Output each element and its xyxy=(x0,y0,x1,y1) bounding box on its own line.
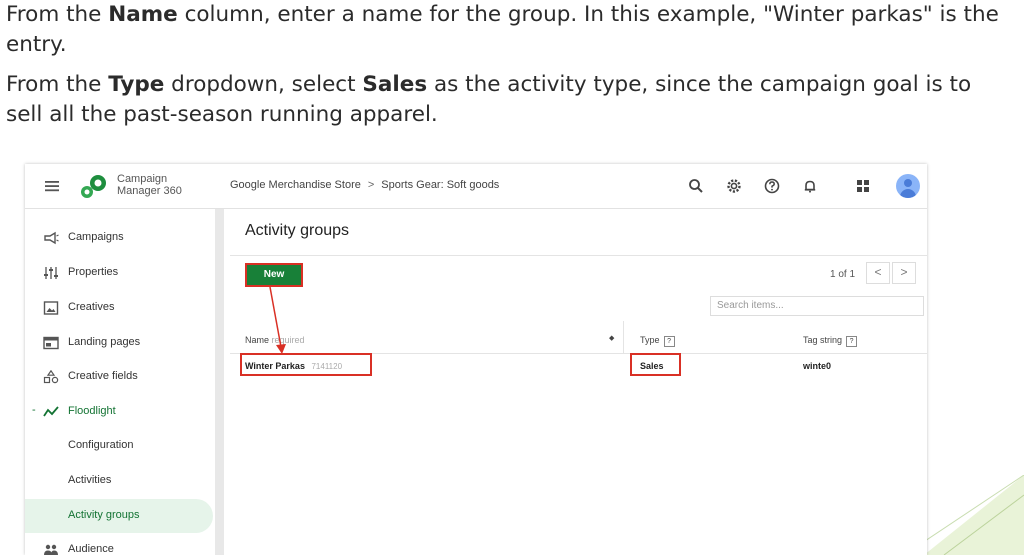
trend-line-icon xyxy=(43,406,59,417)
sidebar-nav: Campaigns Properties Creatives Landing p… xyxy=(25,209,215,555)
breadcrumb: Google Merchandise Store > Sports Gear: So… xyxy=(230,179,499,191)
sliders-icon xyxy=(44,267,58,279)
sidebar-item-audience[interactable]: Audience xyxy=(25,533,213,555)
sidebar-item-creatives[interactable]: Creatives xyxy=(25,291,213,325)
web-page-icon xyxy=(43,336,59,350)
sidebar-item-activity-groups[interactable]: Activity groups xyxy=(25,499,213,533)
apps-grid-icon[interactable] xyxy=(854,177,872,195)
sidebar-item-floodlight[interactable]: - Floodlight xyxy=(25,395,213,429)
image-icon xyxy=(43,301,59,315)
sidebar-item-creative-fields[interactable]: Creative fields xyxy=(25,360,213,394)
help-icon[interactable] xyxy=(763,177,781,195)
people-icon xyxy=(44,544,58,555)
instruction-paragraph-1: From the Name column, enter a name for t… xyxy=(6,2,999,57)
instruction-paragraph-2: From the Type dropdown, select Sales as … xyxy=(6,72,972,127)
campaign-manager-logo xyxy=(81,175,106,198)
notifications-bell-icon[interactable] xyxy=(801,177,819,195)
menu-icon[interactable] xyxy=(43,177,61,195)
breadcrumb-campaign[interactable]: Sports Gear: Soft goods xyxy=(381,179,499,191)
sidebar-scrollbar[interactable] xyxy=(215,209,224,555)
sidebar-item-landing-pages[interactable]: Landing pages xyxy=(25,326,213,360)
breadcrumb-advertiser[interactable]: Google Merchandise Store xyxy=(230,179,361,191)
main-content: Activity groups New 1 of 1 < > Search it… xyxy=(230,209,927,555)
sidebar-item-activities[interactable]: Activities xyxy=(25,464,213,498)
shapes-icon xyxy=(43,370,59,384)
megaphone-icon xyxy=(44,231,59,245)
settings-gear-icon[interactable] xyxy=(725,177,743,195)
annotation-arrow xyxy=(269,286,286,354)
brand-name: Campaign Manager 360 xyxy=(117,173,182,197)
search-icon[interactable] xyxy=(687,177,705,195)
sidebar-item-campaigns[interactable]: Campaigns xyxy=(25,221,213,255)
breadcrumb-separator: > xyxy=(367,179,375,191)
sidebar-item-properties[interactable]: Properties xyxy=(25,256,213,290)
top-app-bar: Campaign Manager 360 Google Merchandise … xyxy=(25,164,927,209)
expand-marker: - xyxy=(32,404,36,416)
sidebar-item-configuration[interactable]: Configuration xyxy=(25,429,213,463)
instruction-text: From the Name column, enter a name for t… xyxy=(6,0,1006,140)
campaign-manager-screenshot: Campaign Manager 360 Google Merchandise … xyxy=(25,164,927,555)
user-avatar[interactable] xyxy=(896,174,920,198)
